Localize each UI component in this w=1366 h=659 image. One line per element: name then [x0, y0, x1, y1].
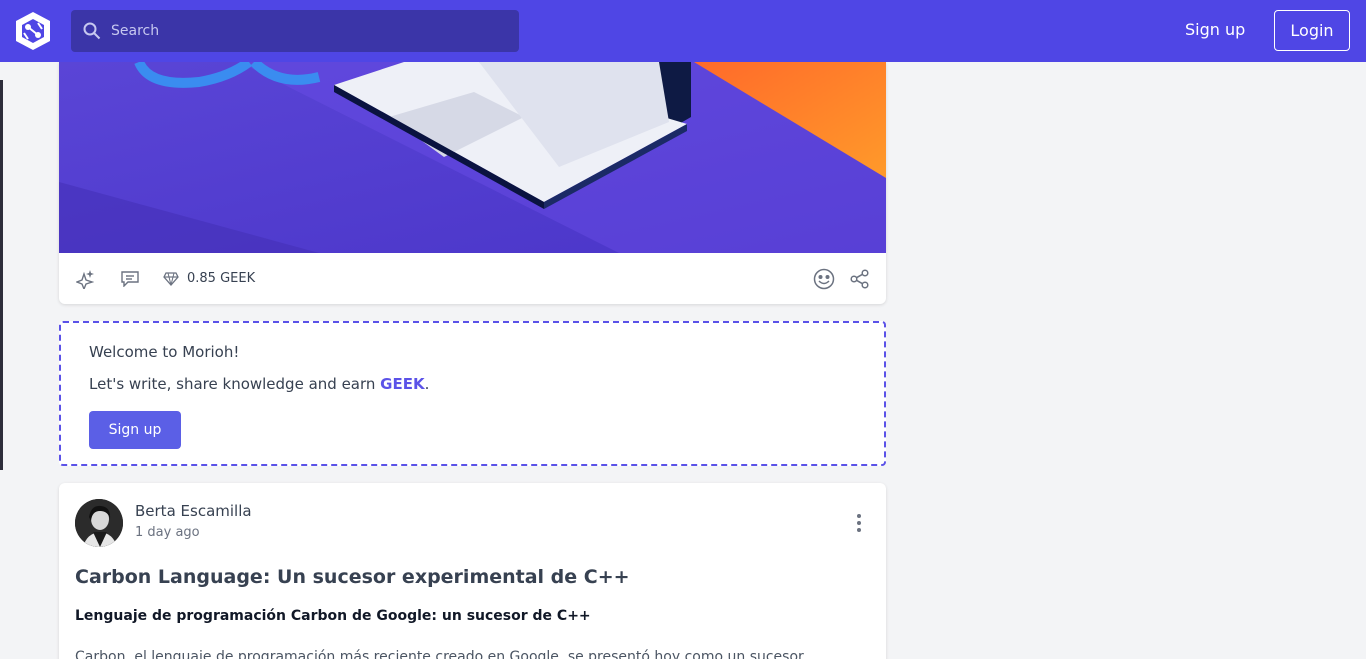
avatar-image	[75, 499, 123, 547]
welcome-text: Let's write, share knowledge and earn GE…	[89, 375, 429, 393]
search-icon	[83, 22, 101, 40]
share-icon[interactable]	[850, 269, 870, 289]
top-navbar: Sign up Login	[0, 0, 1366, 62]
post-cover-image[interactable]	[59, 62, 886, 253]
post-card: Berta Escamilla 1 day ago Carbon Languag…	[59, 483, 886, 659]
geek-highlight: GEEK	[380, 375, 425, 393]
welcome-signup-button[interactable]: Sign up	[89, 411, 181, 449]
geek-earnings: 0.85 GEEK	[163, 271, 255, 286]
welcome-text-suffix: .	[424, 375, 430, 393]
login-button[interactable]: Login	[1274, 10, 1350, 51]
post-author[interactable]: Berta Escamilla	[135, 502, 252, 520]
search-input[interactable]	[111, 23, 491, 39]
sparkle-icon[interactable]	[76, 269, 94, 289]
morioh-logo-icon[interactable]	[14, 11, 52, 51]
post-title[interactable]: Carbon Language: Un sucesor experimental…	[75, 566, 630, 588]
welcome-banner: Welcome to Morioh! Let's write, share kn…	[59, 321, 886, 466]
comment-icon[interactable]	[121, 271, 139, 287]
post-excerpt: Carbon, el lenguaje de programación más …	[75, 649, 804, 659]
search-bar[interactable]	[71, 10, 519, 52]
left-rail-divider	[0, 80, 3, 470]
post-timestamp: 1 day ago	[135, 525, 200, 540]
avatar[interactable]	[75, 499, 123, 547]
welcome-title: Welcome to Morioh!	[89, 343, 240, 361]
post-card-featured: 0.85 GEEK	[59, 62, 886, 304]
welcome-text-prefix: Let's write, share knowledge and earn	[89, 375, 381, 393]
post-subtitle: Lenguaje de programación Carbon de Googl…	[75, 608, 591, 624]
geek-value: 0.85 GEEK	[187, 271, 256, 286]
more-options-icon[interactable]	[851, 513, 867, 533]
signup-link[interactable]: Sign up	[1185, 20, 1245, 39]
diamond-icon	[163, 271, 179, 286]
emoji-reaction-icon[interactable]	[813, 268, 835, 290]
